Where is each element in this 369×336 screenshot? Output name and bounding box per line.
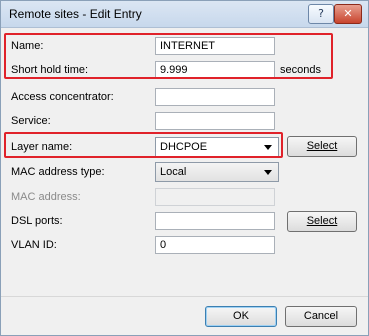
highlight-name-group (4, 33, 333, 79)
mac-type-label: MAC address type: (11, 166, 105, 178)
dsl-ports-input[interactable] (155, 212, 275, 230)
close-button[interactable]: ✕ (334, 4, 362, 24)
mac-type-value: Local (160, 166, 187, 178)
help-button[interactable]: ? (308, 4, 334, 24)
title-bar: Remote sites - Edit Entry ? ✕ (1, 1, 368, 28)
edit-entry-dialog: Remote sites - Edit Entry ? ✕ Name: INTE… (0, 0, 369, 336)
mac-address-label: MAC address: (11, 191, 81, 203)
layer-select-button[interactable]: Select (287, 136, 357, 157)
access-concentrator-label: Access concentrator: (11, 91, 114, 103)
chevron-down-icon (264, 170, 272, 175)
highlight-layer-name (4, 132, 283, 158)
access-concentrator-input[interactable] (155, 88, 275, 106)
window-title: Remote sites - Edit Entry (9, 7, 142, 21)
dialog-body: Name: INTERNET Short hold time: 9.999 se… (1, 28, 368, 335)
vlan-id-label: VLAN ID: (11, 239, 57, 251)
cancel-button[interactable]: Cancel (285, 306, 357, 327)
mac-type-select[interactable]: Local (155, 162, 279, 182)
service-label: Service: (11, 115, 51, 127)
dsl-select-label: Select (306, 215, 338, 227)
vlan-id-input[interactable]: 0 (155, 236, 275, 254)
service-input[interactable] (155, 112, 275, 130)
dsl-select-button[interactable]: Select (287, 211, 357, 232)
dialog-footer: OK Cancel (1, 297, 368, 335)
layer-select-label: Select (306, 140, 338, 152)
mac-address-input (155, 188, 275, 206)
ok-button[interactable]: OK (205, 306, 277, 327)
dsl-ports-label: DSL ports: (11, 215, 63, 227)
